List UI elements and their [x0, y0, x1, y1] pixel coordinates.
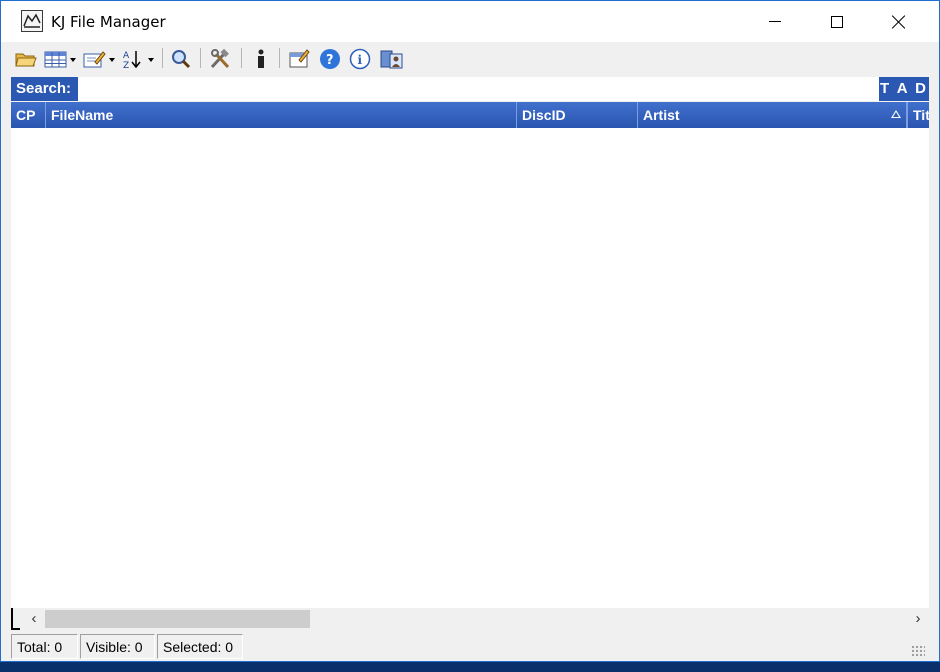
toolbar-separator	[162, 48, 163, 68]
svg-text:Z: Z	[123, 61, 129, 70]
users-icon	[380, 50, 403, 69]
sort-az-icon: A Z	[123, 51, 141, 71]
status-visible: Visible: 0	[80, 634, 155, 659]
maximize-button[interactable]	[807, 1, 867, 42]
search-input[interactable]	[78, 77, 878, 101]
column-header-discid[interactable]: DiscID	[517, 102, 638, 128]
sort-ascending-icon	[891, 110, 901, 118]
help-icon: ?	[320, 49, 340, 69]
svg-text:A: A	[123, 51, 130, 61]
tools-button[interactable]	[208, 48, 232, 70]
scroll-right-button[interactable]: ›	[907, 608, 929, 630]
column-header: CP FileName DiscID Artist Tit	[11, 102, 929, 128]
about-button[interactable]: i	[349, 48, 373, 70]
toolbar-separator	[200, 48, 201, 68]
column-header-title[interactable]: Tit	[907, 102, 929, 128]
users-button[interactable]	[379, 48, 405, 70]
info-i-icon	[258, 49, 264, 68]
horizontal-scrollbar[interactable]: ‹ ›	[11, 608, 929, 630]
close-icon	[892, 15, 906, 29]
search-magnifier-icon	[172, 50, 191, 69]
sort-button[interactable]: A Z	[121, 48, 155, 71]
search-label: Search:	[11, 77, 78, 101]
svg-text:i: i	[358, 53, 363, 67]
minimize-button[interactable]	[745, 1, 805, 42]
toolbar-separator	[279, 48, 280, 68]
status-total: Total: 0	[11, 634, 78, 659]
status-selected: Selected: 0	[157, 634, 243, 659]
search-bar: Search: T A D	[11, 77, 929, 101]
file-list[interactable]	[11, 128, 929, 608]
table-view-icon	[44, 51, 67, 68]
app-window: KJ File Manager A Z ? i Search: T A D CP…	[0, 0, 940, 662]
view-button[interactable]	[43, 48, 77, 70]
open-button[interactable]	[14, 48, 38, 70]
column-header-artist[interactable]: Artist	[638, 102, 907, 128]
properties-button[interactable]	[287, 48, 311, 70]
search-mode-toggle[interactable]: T A D	[879, 77, 929, 101]
open-folder-icon	[15, 53, 37, 67]
maximize-icon	[831, 15, 843, 28]
status-bar: Total: 0 Visible: 0 Selected: 0	[11, 633, 929, 660]
find-button[interactable]	[169, 48, 193, 70]
column-header-filename[interactable]: FileName	[46, 102, 517, 128]
svg-text:?: ?	[326, 53, 334, 68]
column-header-cp[interactable]: CP	[11, 102, 46, 128]
resize-grip-icon[interactable]	[911, 645, 925, 657]
chevron-down-icon	[70, 58, 76, 62]
toolbar-separator	[241, 48, 242, 68]
close-button[interactable]	[869, 1, 929, 42]
chevron-down-icon	[109, 58, 115, 62]
title-bar[interactable]: KJ File Manager	[1, 1, 939, 42]
scroll-left-button[interactable]: ‹	[23, 608, 45, 630]
tools-icon	[210, 48, 230, 69]
window-title: KJ File Manager	[51, 13, 166, 31]
properties-icon	[289, 49, 310, 68]
kj-app-icon	[21, 10, 43, 32]
edit-button[interactable]	[82, 48, 116, 70]
help-button[interactable]: ?	[319, 48, 343, 70]
minimize-icon	[769, 21, 781, 22]
row-marker-icon	[11, 608, 20, 630]
about-icon: i	[349, 48, 371, 70]
chevron-down-icon	[148, 58, 154, 62]
edit-icon	[83, 51, 106, 68]
scroll-thumb[interactable]	[45, 610, 310, 628]
toolbar: A Z ? i	[1, 42, 939, 76]
info-button[interactable]	[251, 48, 271, 70]
